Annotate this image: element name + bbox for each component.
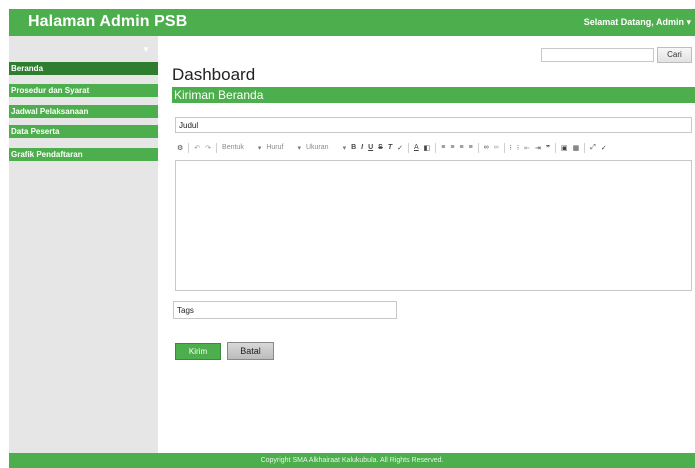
spellcheck-icon[interactable]: ✓ [601, 144, 607, 152]
search-input[interactable] [541, 48, 654, 62]
font-select-label: Huruf [266, 143, 284, 151]
title-field[interactable]: Judul [175, 117, 692, 133]
cancel-button[interactable]: Batal [227, 342, 274, 360]
link-icon[interactable]: ∞ [484, 144, 489, 151]
maximize-icon[interactable]: ⤢ [590, 144, 596, 152]
font-select[interactable]: Huruf ▾ [266, 144, 301, 152]
bullet-list-icon[interactable]: ⁝ [517, 144, 519, 152]
format-select[interactable]: Bentuk ▾ [222, 144, 261, 152]
remove-format-icon[interactable]: T [388, 144, 392, 151]
sidebar-item-data-peserta[interactable]: Data Peserta [9, 125, 158, 138]
paint-icon[interactable]: ✓ [397, 144, 403, 152]
editor-toolbar: ⚙ ↶ ↷ Bentuk ▾ Huruf ▾ Ukuran ▾ B I U S T ✓… [177, 140, 692, 155]
toolbar-divider [503, 142, 505, 153]
toolbar-divider [435, 142, 437, 153]
bold-icon[interactable]: B [351, 144, 356, 151]
toolbar-divider [584, 142, 586, 153]
format-select-label: Bentuk [222, 143, 244, 151]
sidebar-item-beranda[interactable]: Beranda [9, 62, 158, 75]
toolbar-divider [216, 142, 218, 153]
size-select-label: Ukuran [305, 143, 329, 151]
redo-icon[interactable]: ↷ [205, 144, 211, 152]
indent-icon[interactable]: ⇥ [535, 144, 541, 152]
strikethrough-icon[interactable]: S [378, 144, 383, 151]
chevron-down-icon: ▾ [342, 144, 347, 152]
chevron-down-icon: ▾ [257, 144, 262, 152]
footer: Copyright SMA Alkhairaat Kalukubula. All… [9, 453, 695, 468]
underline-icon[interactable]: U [368, 144, 373, 151]
blockquote-icon[interactable]: ❞ [546, 144, 550, 152]
text-color-icon[interactable]: A [414, 144, 419, 151]
sidebar-item-jadwal[interactable]: Jadwal Pelaksanaan [9, 105, 158, 118]
align-justify-icon[interactable]: ≡ [469, 144, 473, 151]
top-header: Halaman Admin PSB Selamat Datang, Admin … [9, 9, 695, 36]
unlink-icon[interactable]: ∞ [494, 144, 499, 151]
tags-field[interactable]: Tags [173, 301, 397, 319]
align-right-icon[interactable]: ≡ [459, 144, 463, 151]
user-menu[interactable]: Selamat Datang, Admin ▾ [584, 17, 691, 28]
toolbar-divider [407, 142, 409, 153]
submit-button[interactable]: Kirim [175, 343, 221, 360]
search-button[interactable]: Cari [657, 47, 692, 63]
brand-title: Halaman Admin PSB [28, 13, 188, 30]
toolbar-divider [477, 142, 479, 153]
page-title: Dashboard [172, 65, 256, 84]
content-editor[interactable] [175, 160, 692, 291]
source-icon[interactable]: ⚙ [177, 144, 183, 152]
image-icon[interactable]: ▣ [561, 144, 568, 152]
toolbar-divider [554, 142, 556, 153]
align-left-icon[interactable]: ≡ [441, 144, 445, 151]
italic-icon[interactable]: I [361, 144, 363, 151]
section-header: Kiriman Beranda [172, 87, 695, 103]
chevron-down-icon: ▾ [297, 144, 301, 152]
numbered-list-icon[interactable]: ⁝ [510, 144, 512, 152]
sidebar-item-prosedur[interactable]: Prosedur dan Syarat [9, 84, 158, 97]
size-select[interactable]: Ukuran ▾ [306, 144, 346, 152]
sidebar-item-grafik[interactable]: Grafik Pendaftaran [9, 148, 158, 161]
table-icon[interactable]: ▦ [573, 144, 580, 152]
align-center-icon[interactable]: ≡ [450, 144, 454, 151]
caret-down-icon: ▼ [142, 45, 150, 54]
background-color-icon[interactable]: ◧ [424, 144, 431, 152]
toolbar-divider [188, 142, 190, 153]
undo-icon[interactable]: ↶ [194, 144, 200, 152]
outdent-icon[interactable]: ⇤ [524, 144, 530, 152]
sidebar: ▼ Beranda Prosedur dan Syarat Jadwal Pel… [9, 36, 158, 453]
